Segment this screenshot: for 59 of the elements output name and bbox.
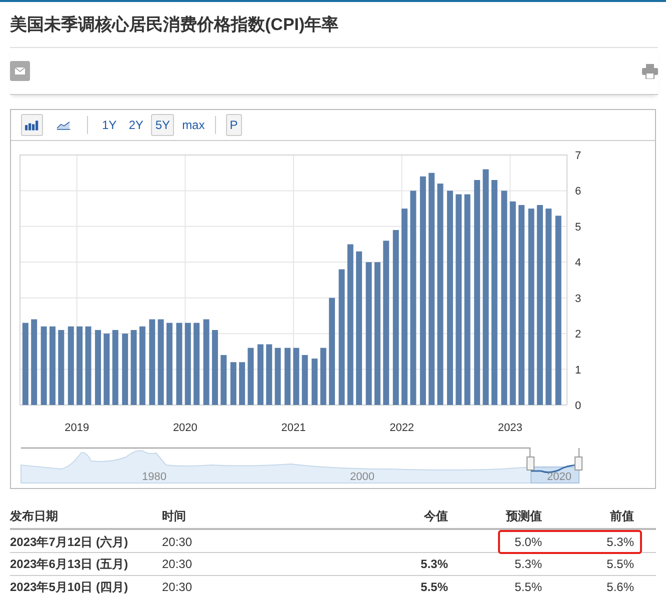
table-cell-text: 2023年5月10日 (四月) xyxy=(10,578,130,596)
table-cell-text: 5.3% xyxy=(606,535,634,549)
bar xyxy=(312,358,318,405)
navigator-label: 2020 xyxy=(547,471,572,483)
bar xyxy=(230,362,236,405)
table-cell-text: 5.5% xyxy=(420,580,448,594)
line-chart-icon xyxy=(57,120,71,130)
y-axis-label: 4 xyxy=(575,257,582,270)
x-axis-label: 2021 xyxy=(281,422,306,434)
y-axis-label: 5 xyxy=(575,221,582,234)
table-cell-text: 2023年6月13日 (五月) xyxy=(10,556,130,572)
p-button[interactable]: P xyxy=(226,114,242,136)
column-header: 时间 xyxy=(162,508,187,524)
y-axis-label: 6 xyxy=(575,186,582,198)
bar-chart-button[interactable] xyxy=(21,114,43,136)
x-axis-label: 2022 xyxy=(390,422,414,434)
bar xyxy=(320,348,326,405)
bar xyxy=(284,348,291,405)
page-title: 美国未季调核心居民消费价格指数(CPI)年率 xyxy=(10,2,658,48)
table-cell-text: 5.6% xyxy=(606,580,634,594)
bar xyxy=(104,334,110,405)
bar xyxy=(274,348,281,405)
bar xyxy=(122,334,128,405)
range-button[interactable]: 5Y xyxy=(151,114,174,136)
print-icon[interactable] xyxy=(642,64,658,78)
bar xyxy=(239,362,246,405)
y-axis-label: 2 xyxy=(575,328,582,341)
table-cell-text: 2023年7月12日 (六月) xyxy=(10,534,130,550)
table-cell-text: 20:30 xyxy=(162,535,194,549)
range-button[interactable]: 2Y xyxy=(124,114,148,136)
table-cell-text: 5.5% xyxy=(606,557,634,571)
y-axis-label: 0 xyxy=(575,400,582,412)
y-axis-label: 7 xyxy=(575,150,582,162)
x-axis-label: 2023 xyxy=(498,422,522,434)
y-axis-label: 3 xyxy=(575,292,582,305)
table-cell-text: 20:30 xyxy=(162,557,194,571)
navigator-label: 2000 xyxy=(350,471,374,483)
table-cell-text: 5.5% xyxy=(514,580,542,594)
column-header: 今值 xyxy=(423,508,448,524)
bar-chart-icon xyxy=(25,120,39,130)
column-header: 预测值 xyxy=(504,508,542,524)
navigator-label: 1980 xyxy=(142,471,166,483)
bar xyxy=(293,348,300,405)
table-cell-text: 5.3% xyxy=(514,557,542,571)
x-axis-label: 2020 xyxy=(172,422,198,434)
table-cell-text: 5.0% xyxy=(514,535,542,549)
column-header: 发布日期 xyxy=(10,508,59,524)
x-axis-label: 2019 xyxy=(64,422,90,434)
bar xyxy=(266,344,272,405)
table-cell-text: 20:30 xyxy=(162,580,194,594)
bar xyxy=(257,344,264,405)
range-button[interactable]: 1Y xyxy=(98,114,121,136)
y-axis-label: 1 xyxy=(575,364,582,376)
table-cell-text: 5.3% xyxy=(420,557,448,571)
bar xyxy=(248,348,254,405)
bar xyxy=(302,355,308,405)
column-header: 前值 xyxy=(609,508,634,524)
bar xyxy=(220,355,227,405)
range-button[interactable]: max xyxy=(178,114,209,136)
